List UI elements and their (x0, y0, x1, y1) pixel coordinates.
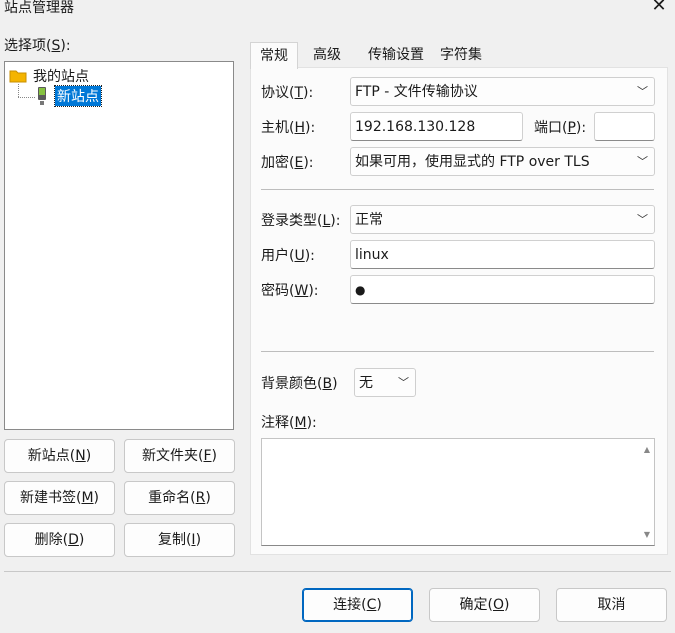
scroll-up-icon[interactable]: ▲ (644, 445, 650, 454)
protocol-select[interactable]: FTP - 文件传输协议 ﹀ (350, 77, 655, 106)
tree-root-label: 我的站点 (33, 69, 89, 85)
new-site-button[interactable]: 新站点(N) (4, 439, 115, 473)
tree-site-item[interactable]: 新站点 (54, 85, 102, 107)
logon-type-label: 登录类型(L): (261, 213, 341, 229)
chevron-down-icon: ﹀ (637, 213, 648, 226)
protocol-value: FTP - 文件传输协议 (355, 84, 478, 100)
chevron-down-icon: ﹀ (637, 85, 648, 98)
tab-general[interactable]: 常规 (250, 42, 298, 69)
encryption-value: 如果可用，使用显式的 FTP over TLS (355, 154, 590, 170)
bg-color-label: 背景颜色(B) (261, 376, 338, 392)
folder-icon (9, 70, 27, 83)
password-input[interactable]: ● (350, 275, 655, 304)
encryption-label: 加密(E): (261, 155, 314, 171)
cancel-button[interactable]: 取消 (556, 588, 667, 622)
connect-button[interactable]: 连接(C) (302, 588, 413, 622)
logon-type-value: 正常 (355, 212, 383, 228)
user-input[interactable]: linux (350, 240, 655, 269)
host-label: 主机(H): (261, 120, 316, 136)
port-input[interactable] (594, 112, 655, 141)
bg-color-select[interactable]: 无 ﹀ (354, 368, 416, 397)
ok-button[interactable]: 确定(O) (429, 588, 540, 622)
port-label: 端口(P): (534, 120, 587, 136)
tab-advanced[interactable]: 高级 (302, 42, 352, 68)
delete-button[interactable]: 删除(D) (4, 523, 115, 557)
new-folder-button[interactable]: 新文件夹(F) (124, 439, 235, 473)
scroll-down-icon[interactable]: ▼ (644, 530, 650, 539)
bg-color-value: 无 (359, 375, 373, 391)
separator (261, 351, 654, 352)
site-icon (38, 87, 46, 105)
separator (261, 189, 654, 190)
comments-textarea[interactable]: ▲ ▼ (261, 438, 655, 546)
logon-type-select[interactable]: 正常 ﹀ (350, 205, 655, 234)
rename-button[interactable]: 重命名(R) (124, 481, 235, 515)
protocol-label: 协议(T): (261, 85, 314, 101)
tab-transfer-settings[interactable]: 传输设置 (362, 42, 430, 68)
user-label: 用户(U): (261, 248, 315, 264)
window-title: 站点管理器 (4, 0, 74, 16)
tree-root-item[interactable]: 我的站点 (9, 66, 89, 86)
chevron-down-icon: ﹀ (398, 376, 409, 389)
new-bookmark-button[interactable]: 新建书签(M) (4, 481, 115, 515)
host-input[interactable]: 192.168.130.128 (350, 112, 523, 141)
tab-charset[interactable]: 字符集 (434, 42, 488, 68)
site-tree[interactable]: 我的站点 新站点 (4, 61, 234, 430)
footer-separator (4, 571, 671, 572)
password-label: 密码(W): (261, 283, 319, 299)
close-icon[interactable]: ✕ (648, 0, 670, 16)
chevron-down-icon: ﹀ (637, 155, 648, 168)
comments-label: 注释(M): (261, 415, 317, 431)
select-entry-label: 选择项(S): (4, 38, 71, 54)
encryption-select[interactable]: 如果可用，使用显式的 FTP over TLS ﹀ (350, 147, 655, 176)
copy-button[interactable]: 复制(I) (124, 523, 235, 557)
